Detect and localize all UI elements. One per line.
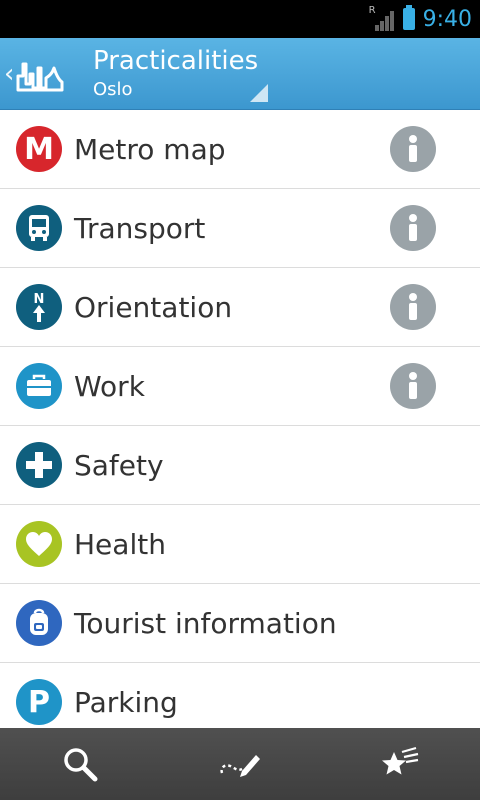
backpack-icon [16, 600, 62, 646]
city-subtitle: Oslo [93, 79, 133, 100]
info-icon [409, 293, 417, 320]
list-item-label: Tourist information [74, 606, 337, 640]
spinner-indicator-icon [250, 84, 268, 102]
battery-icon [402, 5, 415, 30]
list-item-orientation[interactable]: N Orientation [0, 268, 480, 347]
list-item-work[interactable]: Work [0, 347, 480, 426]
briefcase-icon [16, 363, 62, 409]
signal-icon: R [368, 5, 395, 31]
north-arrow-icon: N [16, 284, 62, 330]
practicalities-list: M Metro map Transport N Orientation Work… [0, 110, 480, 728]
favorites-button[interactable] [320, 728, 480, 800]
list-item-label: Metro map [74, 132, 226, 166]
page-title: Practicalities [93, 46, 259, 76]
list-item-label: Work [74, 369, 145, 403]
action-bar: ‹ Practicalities Oslo [0, 38, 480, 110]
bottom-action-bar [0, 728, 480, 800]
info-icon [409, 214, 417, 241]
list-item-metro-map[interactable]: M Metro map [0, 110, 480, 189]
list-item-label: Safety [74, 448, 164, 482]
list-item-label: Parking [74, 685, 178, 719]
info-icon [409, 372, 417, 399]
info-button[interactable] [390, 363, 436, 409]
list-item-safety[interactable]: Safety [0, 426, 480, 505]
chevron-left-icon: ‹ [4, 59, 15, 89]
svg-text:N: N [34, 292, 45, 307]
parking-p-icon: P [16, 679, 62, 725]
route-edit-button[interactable] [160, 728, 320, 800]
city-skyline-logo [16, 62, 64, 92]
status-icons: R 9:40 [369, 0, 472, 38]
list-item-health[interactable]: Health [0, 505, 480, 584]
home-up-button[interactable]: ‹ [0, 38, 80, 110]
list-item-label: Health [74, 527, 166, 561]
bus-icon [16, 205, 62, 251]
starred-icon [382, 746, 419, 775]
info-button[interactable] [390, 126, 436, 172]
info-icon [409, 135, 417, 162]
status-bar: R 9:40 [0, 0, 480, 38]
list-item-parking[interactable]: P Parking [0, 663, 480, 728]
location-spinner[interactable]: Practicalities Oslo [93, 44, 258, 102]
info-button[interactable] [390, 284, 436, 330]
cross-icon [16, 442, 62, 488]
search-icon [64, 748, 98, 782]
status-clock: 9:40 [422, 6, 472, 32]
metro-m-icon: M [16, 126, 62, 172]
list-item-tourist-information[interactable]: Tourist information [0, 584, 480, 663]
list-item-label: Orientation [74, 290, 233, 324]
route-pencil-icon [220, 755, 260, 777]
list-item-transport[interactable]: Transport [0, 189, 480, 268]
roaming-indicator: R [368, 5, 376, 16]
info-button[interactable] [390, 205, 436, 251]
list-item-label: Transport [74, 211, 206, 245]
heart-icon [16, 521, 62, 567]
search-button[interactable] [0, 728, 160, 800]
